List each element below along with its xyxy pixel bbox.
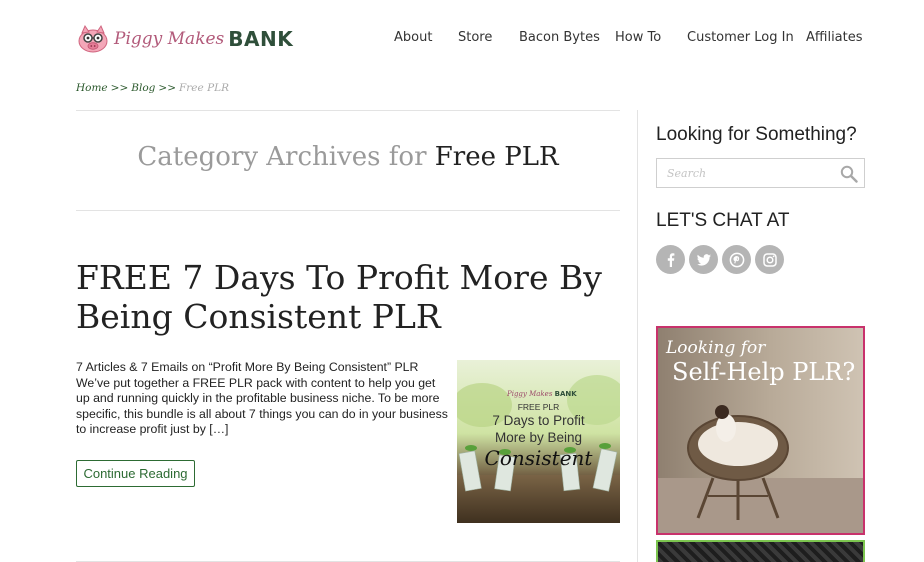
facebook-icon <box>667 252 674 267</box>
nav-store[interactable]: Store <box>458 30 492 45</box>
second-sidebar-ad[interactable] <box>656 540 865 562</box>
post-excerpt: 7 Articles & 7 Emails on “Profit More By… <box>76 360 448 436</box>
ad-line2: Self-Help PLR? <box>672 358 856 386</box>
breadcrumb-blog[interactable]: Blog <box>131 82 155 94</box>
divider <box>76 110 620 111</box>
twitter-button[interactable] <box>689 245 718 274</box>
post-title[interactable]: FREE 7 Days To Profit More By Being Cons… <box>76 258 620 336</box>
social-heading: LET'S CHAT AT <box>656 210 790 231</box>
facebook-button[interactable] <box>656 245 685 274</box>
archive-title: Category Archives for Free PLR <box>76 142 620 172</box>
logo-script-text: Piggy Makes <box>114 29 225 49</box>
logo-bank-text: BANK <box>228 27 294 51</box>
breadcrumb-home[interactable]: Home <box>76 82 108 94</box>
nav-bacon-bytes[interactable]: Bacon Bytes <box>519 30 600 45</box>
thumb-logo: Piggy Makes BANK <box>507 390 577 398</box>
search-icon[interactable] <box>840 165 858 183</box>
nav-affiliates[interactable]: Affiliates <box>806 30 863 45</box>
ad-line1: Looking for <box>666 338 766 358</box>
thumb-line1: 7 Days to Profit <box>492 413 585 428</box>
breadcrumb-separator: >> <box>110 82 129 94</box>
search-heading: Looking for Something? <box>656 124 857 145</box>
breadcrumb: Home >> Blog >> Free PLR <box>76 82 229 94</box>
continue-reading-button[interactable]: Continue Reading <box>76 460 195 487</box>
pinterest-icon <box>729 252 744 267</box>
instagram-icon <box>762 252 777 267</box>
site-logo[interactable]: Piggy Makes BANK <box>76 22 293 56</box>
search-box <box>656 158 865 188</box>
breadcrumb-separator: >> <box>158 82 176 94</box>
pig-logo-icon <box>78 24 108 53</box>
breadcrumb-current: Free PLR <box>179 82 230 94</box>
post-thumbnail[interactable]: Piggy Makes BANK FREE PLR 7 Days to Prof… <box>457 360 620 523</box>
thumb-label: FREE PLR <box>517 402 560 412</box>
archive-title-prefix: Category Archives for <box>137 142 427 172</box>
search-input[interactable] <box>657 159 847 187</box>
pinterest-button[interactable] <box>722 245 751 274</box>
instagram-button[interactable] <box>755 245 784 274</box>
twitter-icon <box>696 253 711 266</box>
thumb-line3: Consistent <box>484 446 593 470</box>
nav-about[interactable]: About <box>394 30 432 45</box>
divider <box>76 210 620 211</box>
nav-customer-log-in[interactable]: Customer Log In <box>687 30 794 45</box>
thumb-logo-script: Piggy Makes <box>507 390 553 398</box>
sidebar-divider <box>637 110 638 562</box>
archive-title-category: Free PLR <box>434 142 559 172</box>
thumb-line2: More by Being <box>494 430 583 445</box>
thumb-logo-bank: BANK <box>554 390 577 398</box>
self-help-plr-ad[interactable]: Looking for Self-Help PLR? <box>656 326 865 535</box>
nav-how-to[interactable]: How To <box>615 30 661 45</box>
